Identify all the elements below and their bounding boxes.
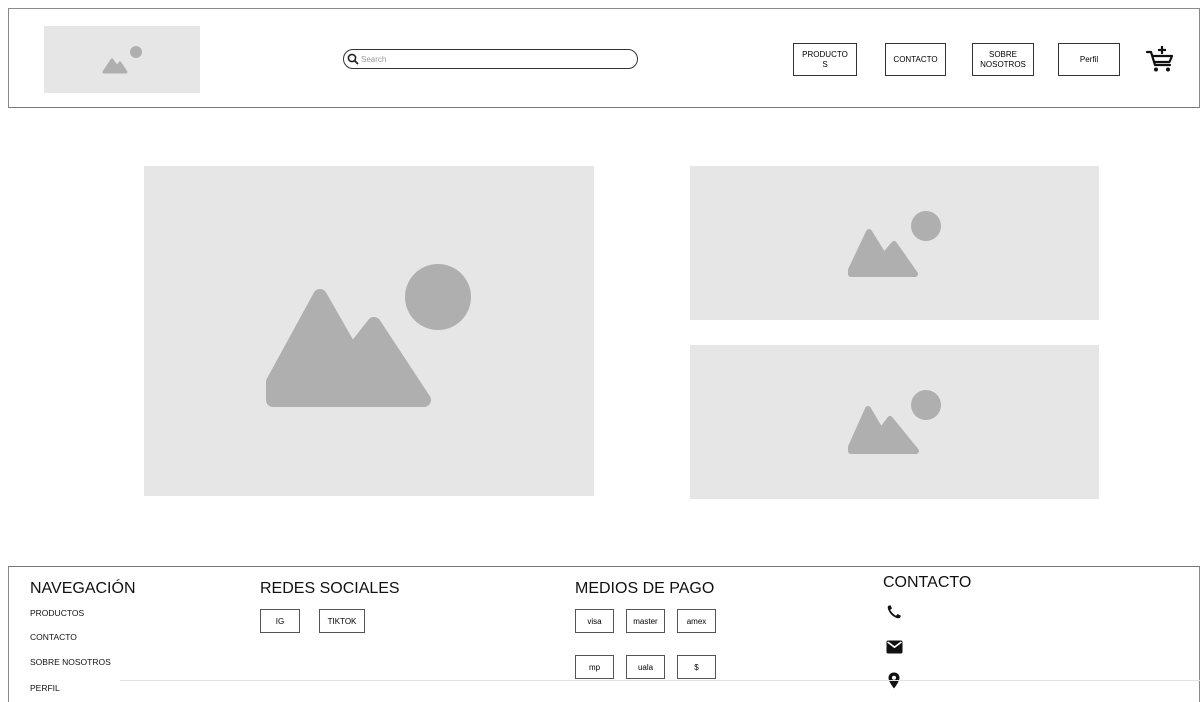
nav-productos-button[interactable]: PRODUCTO S xyxy=(793,43,857,76)
footer-link-perfil[interactable]: PERFIL xyxy=(30,683,60,693)
search-icon xyxy=(347,53,359,65)
logo[interactable] xyxy=(44,26,200,93)
nav-perfil-button[interactable]: Perfil xyxy=(1058,43,1120,76)
footer-contacto-title: CONTACTO xyxy=(883,574,972,591)
social-ig-button[interactable]: IG xyxy=(260,609,300,633)
phone-icon[interactable] xyxy=(886,604,902,620)
image-placeholder-icon xyxy=(848,390,941,454)
hero-image[interactable] xyxy=(144,166,594,496)
payment-amex-button[interactable]: amex xyxy=(677,609,716,633)
payment-mp-button[interactable]: mp xyxy=(575,655,614,679)
footer-divider xyxy=(120,680,1200,681)
image-placeholder-icon xyxy=(102,46,142,74)
search-bar[interactable] xyxy=(343,49,638,69)
footer-navegacion-title: NAVEGACIÓN xyxy=(30,580,136,597)
image-placeholder-icon xyxy=(266,264,471,407)
payment-uala-button[interactable]: uala xyxy=(626,655,665,679)
payment-master-button[interactable]: master xyxy=(626,609,665,633)
footer-link-productos[interactable]: PRODUCTOS xyxy=(30,608,84,618)
nav-sobre-nosotros-button[interactable]: SOBRE NOSOTROS xyxy=(972,43,1034,76)
side-image-top[interactable] xyxy=(690,166,1099,320)
mail-icon[interactable] xyxy=(886,640,903,654)
footer-link-sobre-nosotros[interactable]: SOBRE NOSOTROS xyxy=(30,657,111,667)
footer-redes-title: REDES SOCIALES xyxy=(260,580,400,597)
side-image-bottom[interactable] xyxy=(690,345,1099,499)
footer-link-contacto[interactable]: CONTACTO xyxy=(30,632,77,642)
social-tiktok-button[interactable]: TIKTOK xyxy=(319,609,365,633)
nav-contacto-button[interactable]: CONTACTO xyxy=(885,43,946,76)
payment-cash-button[interactable]: $ xyxy=(677,655,716,679)
search-input[interactable] xyxy=(359,54,601,64)
footer-pagos-title: MEDIOS DE PAGO xyxy=(575,580,715,597)
image-placeholder-icon xyxy=(848,211,941,277)
add-to-cart-icon[interactable] xyxy=(1145,44,1175,74)
payment-visa-button[interactable]: visa xyxy=(575,609,614,633)
